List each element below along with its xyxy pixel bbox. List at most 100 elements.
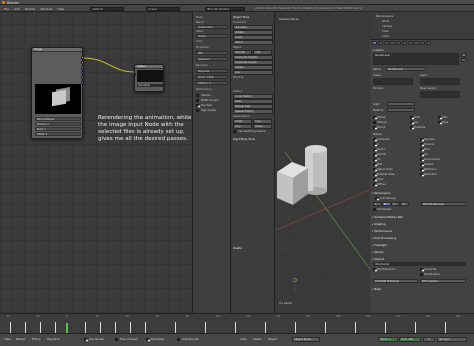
draw-button[interactable]: Draw — [233, 119, 252, 124]
menu-file[interactable]: File — [4, 7, 9, 11]
pass-reflection-checkbox[interactable] — [420, 168, 423, 171]
mode-select[interactable]: Object Mode — [292, 337, 320, 342]
layer-name-field[interactable]: RenderLayer — [386, 67, 426, 71]
post-processing-panel-header[interactable]: Post Processing — [372, 236, 396, 240]
input-socket-image[interactable] — [133, 73, 136, 76]
menu-playback[interactable]: Playback — [47, 337, 59, 342]
dimensions-panel-header[interactable]: Dimensions — [372, 191, 390, 195]
scene-tab-icon[interactable] — [384, 41, 389, 45]
zmask-checkbox[interactable] — [373, 116, 376, 119]
repeat-last-button[interactable]: Repeat Last — [233, 104, 273, 109]
flat-button[interactable]: Flat — [253, 50, 272, 55]
stamp-panel-header[interactable]: Stamp — [372, 250, 383, 254]
pass-refraction-checkbox[interactable] — [420, 173, 423, 176]
use-nodes-checkbox[interactable] — [84, 338, 87, 341]
texture-tab-icon[interactable] — [426, 41, 431, 45]
material-override-field[interactable] — [387, 108, 415, 112]
strand-checkbox[interactable] — [373, 126, 376, 129]
aa-samples-16[interactable]: 16 — [400, 202, 409, 206]
performance-label[interactable]: Performance — [196, 88, 212, 91]
aa-samples-8[interactable]: 8 — [382, 202, 391, 206]
sky-checkbox[interactable] — [410, 121, 413, 124]
ztransp-checkbox[interactable] — [373, 121, 376, 124]
pass-normal-checkbox[interactable] — [373, 153, 376, 156]
repeat-history-button[interactable]: Repeat History — [233, 109, 273, 114]
object-tab-icon[interactable] — [396, 41, 401, 45]
outliner-item-lamp[interactable]: Lamp — [382, 35, 389, 38]
duplicate-objects-button[interactable]: Duplicate Objects — [233, 55, 273, 60]
solid-checkbox[interactable] — [410, 116, 413, 119]
color-label[interactable]: Color — [196, 40, 203, 43]
scene-select[interactable]: Scene — [146, 6, 180, 11]
free-unused-checkbox[interactable] — [115, 338, 118, 341]
codec-select[interactable]: ZIP (lossless) — [420, 279, 466, 283]
bake-panel-header[interactable]: Bake — [372, 287, 381, 291]
viewer-node[interactable]: Viewer Use Alpha — [133, 64, 164, 92]
menu-marker[interactable]: Marker — [16, 337, 26, 342]
pass-environment-checkbox[interactable] — [420, 158, 423, 161]
section-properties[interactable]: Properties — [196, 46, 209, 49]
render-layer-list-item[interactable]: RenderLayer — [375, 54, 390, 57]
output-socket-alpha[interactable] — [81, 61, 84, 64]
scene-layers-grid[interactable] — [373, 78, 413, 85]
timeline[interactable]: -40 -20 0 20 40 60 80 100 120 140 160 18… — [0, 313, 474, 338]
menu-render[interactable]: Render — [25, 7, 36, 11]
pass-z-checkbox[interactable] — [373, 143, 376, 146]
placeholders-checkbox[interactable] — [420, 273, 423, 276]
sync-mode-select[interactable]: No Sync — [437, 337, 467, 342]
aa-samples-11[interactable]: 11 — [391, 202, 400, 206]
outliner-item-world[interactable]: World — [382, 20, 389, 23]
start-frame-field[interactable]: Start: 1 — [378, 337, 398, 342]
buffer-groups-checkbox[interactable] — [196, 99, 199, 102]
output-socket-image[interactable] — [81, 56, 84, 59]
output-socket-uv[interactable] — [81, 76, 84, 79]
backdrop-checkbox[interactable] — [146, 338, 149, 341]
two-pass-checkbox[interactable] — [196, 104, 199, 107]
render-layer-list[interactable]: RenderLayer — [373, 53, 459, 65]
freestyle-checkbox[interactable] — [410, 126, 413, 129]
join-button[interactable]: Join — [233, 70, 273, 75]
pass-object-index-checkbox[interactable] — [373, 168, 376, 171]
redo-button[interactable]: Redo — [233, 99, 273, 104]
source-select[interactable]: Sequence — [196, 57, 228, 61]
file-format-select[interactable]: OpenEXR MultiLayer — [373, 279, 418, 283]
render-engine-select[interactable]: Blender Render — [205, 6, 245, 11]
shading-panel-header[interactable]: Shading — [372, 222, 385, 226]
object-tools-title[interactable]: Object Tools — [233, 15, 249, 19]
output-socket-z[interactable] — [81, 66, 84, 69]
node-editor[interactable] — [0, 12, 193, 313]
menu-view[interactable]: View — [4, 337, 11, 342]
start-field[interactable]: Start: 1 — [35, 127, 81, 131]
opencl-checkbox[interactable] — [196, 94, 199, 97]
high-quality-checkbox[interactable] — [196, 109, 199, 112]
last-operator-panel[interactable]: Delete — [233, 246, 242, 250]
pass-diffuse-checkbox[interactable] — [373, 183, 376, 186]
use-alpha-toggle[interactable]: Use Alpha — [137, 84, 163, 87]
light-override-field[interactable] — [387, 102, 415, 106]
menu-help[interactable]: Help — [57, 7, 64, 11]
line-button[interactable]: Line — [253, 119, 272, 124]
channels-select[interactable]: Channels — [196, 69, 228, 73]
duplicate-linked-button[interactable]: Duplicate Linked — [233, 60, 273, 65]
smooth-button[interactable]: Smooth — [233, 50, 252, 55]
offset-x-field[interactable]: Offset X: 0 — [196, 81, 228, 85]
undo-history-button[interactable]: Undo History — [233, 94, 273, 99]
auto-render-checkbox[interactable] — [177, 338, 180, 341]
full-sample-checkbox[interactable] — [373, 208, 376, 211]
lamp-icon[interactable] — [293, 278, 297, 294]
pass-mist-checkbox[interactable] — [373, 163, 376, 166]
mirror-button[interactable]: Mirror — [233, 40, 273, 45]
material-tab-icon[interactable] — [420, 41, 425, 45]
pass-emit-checkbox[interactable] — [420, 148, 423, 151]
offset-field[interactable]: Offset: 0 — [35, 132, 81, 136]
menu-frame[interactable]: Frame — [32, 337, 41, 342]
pass-combined-checkbox[interactable] — [373, 138, 376, 141]
erase-button[interactable]: Erase — [253, 124, 272, 129]
mask-layers-grid[interactable] — [420, 91, 460, 98]
freestyle-panel-header[interactable]: Freestyle — [372, 243, 387, 247]
translate-button[interactable]: Translate — [233, 25, 273, 30]
rotate-button[interactable]: Rotate — [233, 30, 273, 35]
pass-uv-checkbox[interactable] — [373, 158, 376, 161]
render-layers-tab-icon[interactable] — [378, 41, 383, 45]
outliner-item-cube[interactable]: Cube — [382, 30, 388, 33]
